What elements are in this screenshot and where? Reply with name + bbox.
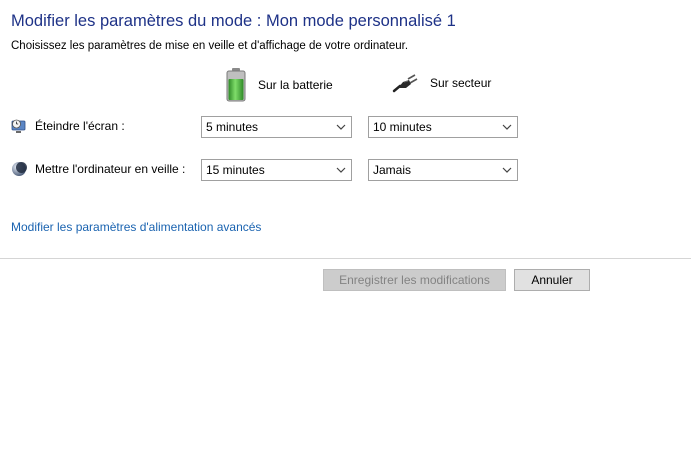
divider [0, 258, 691, 259]
sleep-plugged-value: Jamais [373, 163, 412, 177]
page-subtitle: Choisissez les paramètres de mise en vei… [11, 40, 409, 52]
advanced-settings-link[interactable]: Modifier les paramètres d'alimentation a… [11, 220, 261, 234]
save-changes-button[interactable]: Enregistrer les modifications [323, 269, 506, 291]
chevron-down-icon [336, 167, 346, 173]
sleep-moon-icon [12, 162, 27, 176]
plugged-column-label: Sur secteur [430, 76, 492, 90]
display-plugged-value: 10 minutes [373, 120, 432, 134]
chevron-down-icon [502, 124, 512, 130]
cancel-button[interactable]: Annuler [514, 269, 590, 291]
sleep-label: Mettre l'ordinateur en veille : [11, 161, 185, 177]
display-clock-icon [11, 119, 26, 133]
sleep-plugged-select[interactable]: Jamais [368, 159, 518, 181]
battery-column-header: Sur la batterie [226, 68, 333, 102]
turn-off-display-label: Éteindre l'écran : [11, 118, 125, 134]
sleep-battery-value: 15 minutes [206, 163, 265, 177]
display-battery-value: 5 minutes [206, 120, 259, 134]
chevron-down-icon [502, 167, 512, 173]
plugged-column-header: Sur secteur [392, 73, 491, 93]
chevron-down-icon [336, 124, 346, 130]
display-plugged-select[interactable]: 10 minutes [368, 116, 518, 138]
sleep-battery-select[interactable]: 15 minutes [201, 159, 352, 181]
turn-off-display-text: Éteindre l'écran : [35, 119, 125, 133]
page-title: Modifier les paramètres du mode : Mon mo… [11, 12, 456, 30]
power-plug-icon [392, 74, 418, 93]
sleep-text: Mettre l'ordinateur en veille : [35, 162, 186, 176]
display-battery-select[interactable]: 5 minutes [201, 116, 352, 138]
battery-icon [226, 68, 246, 102]
battery-column-label: Sur la batterie [258, 78, 333, 92]
